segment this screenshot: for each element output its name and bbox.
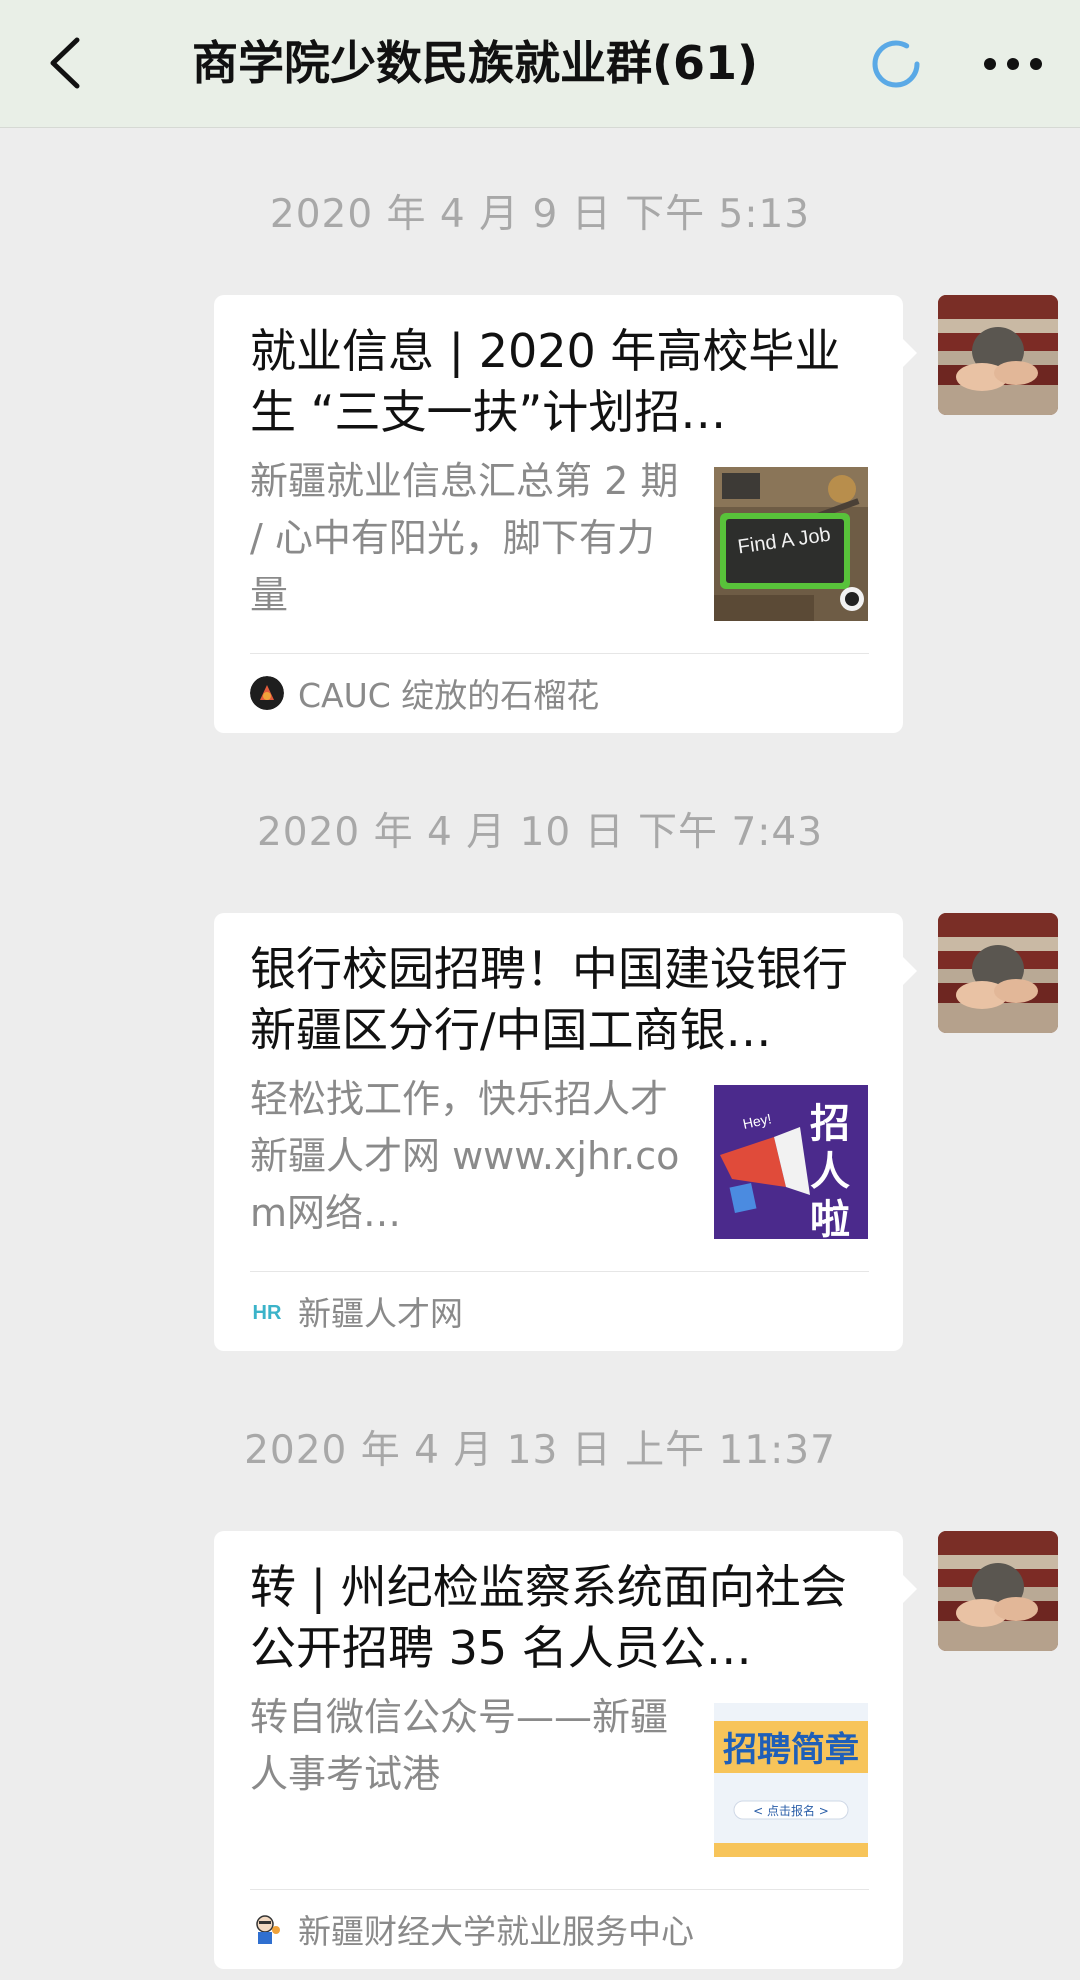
thumbnail-text: 招聘简章	[723, 1730, 859, 1770]
avatar-image	[938, 1531, 1058, 1651]
source-name: 新疆财经大学就业服务中心	[298, 1912, 694, 1951]
avatar-image	[938, 913, 1058, 1033]
article-source: HR 新疆人才网	[250, 1279, 873, 1343]
message-timestamp: 2020 年 4 月 13 日 上午 11:37	[244, 1428, 836, 1473]
article-title: 就业信息 | 2020 年高校毕业生 “三支一扶”计划招…	[250, 324, 841, 439]
card-divider	[250, 1271, 869, 1272]
loading-spinner-icon	[872, 40, 920, 88]
svg-text:啦: 啦	[810, 1197, 850, 1239]
article-source: CAUC 绽放的石榴花	[250, 661, 873, 725]
article-description: 新疆就业信息汇总第 2 期 / 心中有阳光，脚下有力量	[250, 459, 679, 617]
loading-indicator	[866, 34, 926, 94]
article-title: 转 | 州纪检监察系统面向社会公开招聘 35 名人员公…	[250, 1560, 847, 1675]
more-button[interactable]	[978, 34, 1048, 94]
article-thumbnail: Hey! 招 人 啦	[714, 1085, 868, 1239]
svg-text:招: 招	[810, 1101, 850, 1147]
svg-text:HR: HR	[253, 1302, 282, 1324]
pomegranate-flower-icon	[250, 676, 284, 710]
article-title: 银行校园招聘！中国建设银行新疆区分行/中国工商银…	[250, 942, 848, 1057]
message-timestamp: 2020 年 4 月 10 日 下午 7:43	[256, 810, 824, 855]
card-divider	[250, 1889, 869, 1890]
svg-text:人: 人	[810, 1149, 850, 1195]
chevron-left-icon	[50, 37, 80, 89]
article-card[interactable]: 就业信息 | 2020 年高校毕业生 “三支一扶”计划招… 新疆就业信息汇总第 …	[214, 295, 917, 733]
chalkboard-image: Find A Job	[714, 467, 868, 621]
article-card[interactable]: 转 | 州纪检监察系统面向社会公开招聘 35 名人员公… 转自微信公众号——新疆…	[214, 1531, 917, 1969]
article-source: 新疆财经大学就业服务中心	[250, 1897, 873, 1961]
sender-avatar[interactable]	[938, 295, 1058, 415]
article-thumbnail: Find A Job	[714, 467, 868, 621]
article-description: 轻松找工作，快乐招人才新疆人才网 www.xjhr.com网络…	[250, 1077, 680, 1235]
source-name: 新疆人才网	[298, 1294, 463, 1333]
chat-title: 商学院少数民族就业群(61)	[191, 36, 759, 90]
source-name: CAUC 绽放的石榴花	[298, 676, 600, 715]
hr-logo-icon: HR	[250, 1294, 284, 1328]
article-card[interactable]: 银行校园招聘！中国建设银行新疆区分行/中国工商银… 轻松找工作，快乐招人才新疆人…	[214, 913, 917, 1351]
article-thumbnail: 招聘简章 < 点击报名 >	[714, 1703, 868, 1857]
sender-avatar[interactable]	[938, 913, 1058, 1033]
chat-header: 商学院少数民族就业群(61)	[0, 0, 1080, 128]
sender-avatar[interactable]	[938, 1531, 1058, 1651]
avatar-image	[938, 295, 1058, 415]
cartoon-person-icon	[250, 1912, 284, 1946]
thumbnail-small-text: < 点击报名 >	[753, 1803, 829, 1818]
article-description: 转自微信公众号——新疆人事考试港	[250, 1695, 669, 1796]
recruitment-brochure-image: 招聘简章 < 点击报名 >	[714, 1703, 868, 1857]
recruiting-poster-image: Hey! 招 人 啦	[714, 1085, 868, 1239]
card-divider	[250, 653, 869, 654]
message-timestamp: 2020 年 4 月 9 日 下午 5:13	[269, 192, 811, 237]
thumbnail-text: 招 人 啦	[810, 1101, 850, 1239]
back-button[interactable]	[34, 30, 94, 96]
more-dots-icon	[984, 58, 1042, 70]
